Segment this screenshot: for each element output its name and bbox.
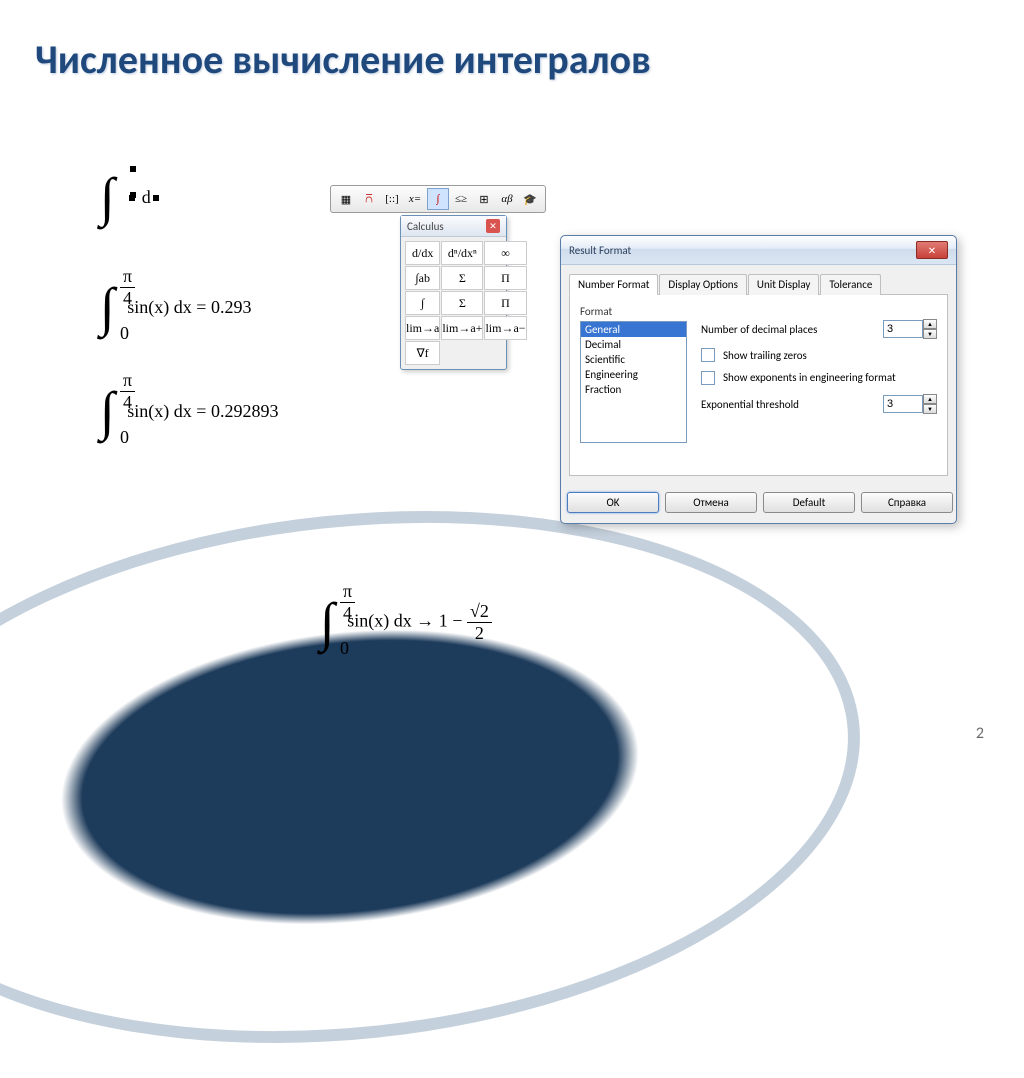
graph-icon[interactable]: ⩃ <box>358 188 380 210</box>
evaluate-icon[interactable]: x= <box>404 188 426 210</box>
palette-sum-range[interactable]: Σ <box>441 266 483 290</box>
tab-number-format[interactable]: Number Format <box>569 274 658 295</box>
ok-button[interactable]: OK <box>567 492 659 513</box>
integral-template: ∫ d <box>100 170 278 240</box>
format-option-scientific[interactable]: Scientific <box>581 352 686 367</box>
dialog-titlebar[interactable]: Result Format ✕ <box>561 236 956 265</box>
spin-down-icon[interactable]: ▼ <box>923 404 937 414</box>
slide-title: Численное вычисление интегралов <box>0 0 1024 84</box>
default-button[interactable]: Default <box>763 492 855 513</box>
palette-title-text: Calculus <box>407 220 444 233</box>
decimal-places-input[interactable] <box>883 320 923 338</box>
format-listbox[interactable]: General Decimal Scientific Engineering F… <box>580 321 687 443</box>
integral-eq4: π4 ∫ 0 sin(x) dx → 1 − √22 <box>320 595 492 649</box>
matrix-icon[interactable]: [::] <box>381 188 403 210</box>
palette-limit[interactable]: lim→a <box>405 316 440 340</box>
format-option-fraction[interactable]: Fraction <box>581 382 686 397</box>
eng-format-checkbox[interactable] <box>701 371 715 385</box>
tab-page-number-format: Format General Decimal Scientific Engine… <box>569 295 948 476</box>
calculator-icon[interactable]: ▦ <box>335 188 357 210</box>
format-label: Format <box>580 305 687 318</box>
integral-eq3: π4 ∫ 0 sin(x) dx = 0.292893 <box>100 384 278 438</box>
palette-limit-left[interactable]: lim→a− <box>484 316 526 340</box>
palette-derivative[interactable]: d/dx <box>405 241 440 265</box>
trailing-zeros-label: Show trailing zeros <box>723 349 807 362</box>
spin-up-icon[interactable]: ▲ <box>923 319 937 329</box>
cancel-button[interactable]: Отмена <box>665 492 757 513</box>
palette-indefinite-integral[interactable]: ∫ <box>405 291 440 315</box>
math-toolbar: ▦ ⩃ [::] x= ∫ ≤≥ ⊞ αβ 🎓 <box>330 185 546 213</box>
page-number: 2 <box>976 724 984 743</box>
close-icon[interactable]: ✕ <box>916 241 948 259</box>
math-area: ∫ d π4 ∫ 0 sin(x) dx = 0.293 π4 ∫ 0 sin(… <box>100 170 278 468</box>
d-symbol: d <box>142 187 151 207</box>
exp-threshold-input[interactable] <box>883 395 923 413</box>
decorative-swoosh <box>0 476 873 1078</box>
result-format-dialog: Result Format ✕ Number Format Display Op… <box>560 235 957 524</box>
spin-up-icon[interactable]: ▲ <box>923 394 937 404</box>
integral-eq2: π4 ∫ 0 sin(x) dx = 0.293 <box>100 280 278 334</box>
trailing-zeros-checkbox[interactable] <box>701 348 715 362</box>
palette-gradient[interactable]: ∇f <box>405 341 440 365</box>
palette-sum[interactable]: Σ <box>441 291 483 315</box>
greek-icon[interactable]: αβ <box>496 188 518 210</box>
palette-definite-integral[interactable]: ∫ab <box>405 266 440 290</box>
format-option-general[interactable]: General <box>581 322 686 337</box>
tab-tolerance[interactable]: Tolerance <box>820 274 881 295</box>
decimal-places-label: Number of decimal places <box>701 323 875 336</box>
decimal-places-spinner[interactable]: ▲▼ <box>883 319 937 339</box>
calculus-icon[interactable]: ∫ <box>427 188 449 210</box>
close-icon[interactable]: ✕ <box>486 219 500 233</box>
palette-nth-derivative[interactable]: dⁿ/dxⁿ <box>441 241 483 265</box>
symbolic-icon[interactable]: 🎓 <box>519 188 541 210</box>
eng-format-label: Show exponents in engineering format <box>723 371 937 384</box>
dialog-title: Result Format <box>569 244 631 257</box>
palette-product-range[interactable]: Π <box>484 266 526 290</box>
programming-icon[interactable]: ⊞ <box>473 188 495 210</box>
exp-threshold-label: Exponential threshold <box>701 398 875 411</box>
palette-limit-right[interactable]: lim→a+ <box>441 316 483 340</box>
palette-product[interactable]: Π <box>484 291 526 315</box>
tab-unit-display[interactable]: Unit Display <box>748 274 819 295</box>
palette-infinity[interactable]: ∞ <box>484 241 526 265</box>
help-button[interactable]: Справка <box>861 492 953 513</box>
spin-down-icon[interactable]: ▼ <box>923 329 937 339</box>
exp-threshold-spinner[interactable]: ▲▼ <box>883 394 937 414</box>
format-option-engineering[interactable]: Engineering <box>581 367 686 382</box>
boolean-icon[interactable]: ≤≥ <box>450 188 472 210</box>
format-option-decimal[interactable]: Decimal <box>581 337 686 352</box>
calculus-palette: Calculus ✕ d/dx dⁿ/dxⁿ ∞ ∫ab Σ Π ∫ Σ Π l… <box>400 215 507 370</box>
palette-grid: d/dx dⁿ/dxⁿ ∞ ∫ab Σ Π ∫ Σ Π lim→a lim→a+… <box>401 237 506 369</box>
tab-strip: Number Format Display Options Unit Displ… <box>569 273 948 295</box>
tab-display-options[interactable]: Display Options <box>659 274 746 295</box>
